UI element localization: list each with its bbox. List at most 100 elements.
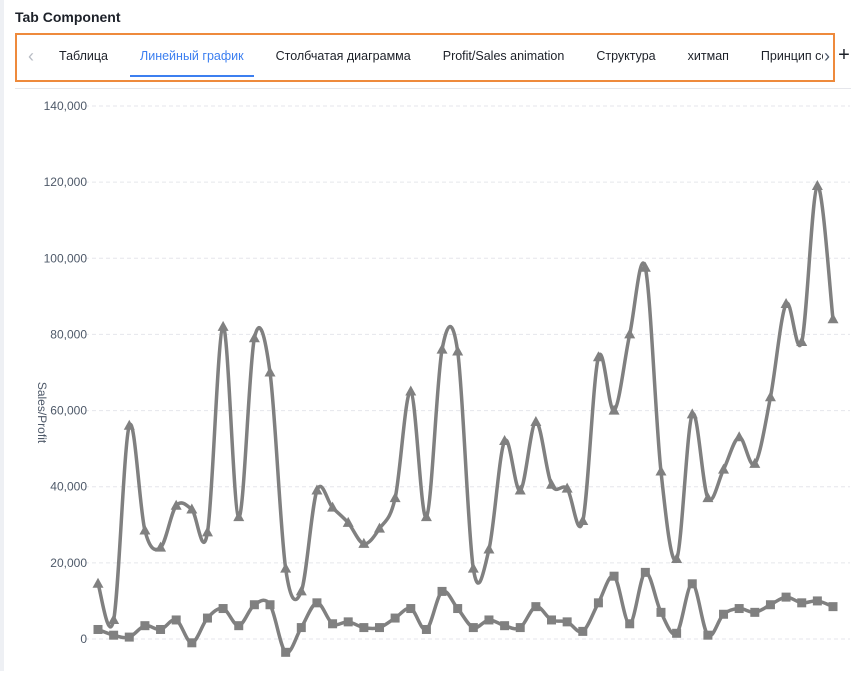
component-title: Tab Component	[15, 9, 121, 25]
data-point-square	[515, 623, 525, 633]
data-point-square	[703, 630, 713, 640]
tabs-track: Таблица Линейный график Столбчатая диагр…	[43, 35, 823, 77]
data-point-triangle	[123, 419, 135, 430]
tab-profit-sales-animation[interactable]: Profit/Sales animation	[427, 35, 581, 77]
data-point-square	[296, 623, 306, 633]
data-point-triangle	[546, 478, 558, 489]
data-point-square	[453, 604, 463, 614]
data-point-square	[797, 598, 807, 608]
data-point-triangle	[201, 526, 213, 537]
chevron-left-icon[interactable]: ‹	[21, 45, 41, 67]
y-tick-label: 20,000	[50, 556, 87, 570]
data-point-square	[672, 628, 682, 638]
tab-heatmap[interactable]: хитмап	[672, 35, 745, 77]
data-point-square	[406, 604, 416, 614]
data-point-square	[93, 624, 103, 634]
y-tick-label: 40,000	[50, 480, 87, 494]
tabs-viewport: Таблица Линейный график Столбчатая диагр…	[43, 35, 823, 77]
data-point-triangle	[280, 562, 292, 573]
data-point-square	[468, 623, 478, 633]
data-point-triangle	[733, 431, 745, 442]
tab-table[interactable]: Таблица	[43, 35, 124, 77]
data-point-triangle	[530, 415, 542, 426]
data-point-square	[202, 613, 212, 623]
data-point-triangle	[452, 345, 464, 356]
data-point-triangle	[624, 328, 636, 339]
data-point-square	[234, 621, 244, 631]
data-point-triangle	[108, 613, 120, 624]
tab-bar-chart[interactable]: Столбчатая диаграмма	[260, 35, 427, 77]
data-point-triangle	[92, 577, 104, 588]
data-point-square	[828, 602, 838, 612]
data-point-triangle	[467, 562, 479, 573]
data-point-square	[593, 598, 603, 608]
data-point-square	[719, 609, 729, 619]
data-point-square	[343, 617, 353, 627]
data-point-triangle	[655, 465, 667, 476]
data-point-square	[656, 607, 666, 617]
data-point-triangle	[389, 492, 401, 503]
data-point-square	[140, 621, 150, 631]
data-point-square	[156, 624, 166, 634]
data-point-triangle	[780, 297, 792, 308]
data-point-square	[687, 579, 697, 589]
data-point-square	[171, 615, 181, 625]
line-chart-panel: 0 20,000 40,000 60,000 80,000 100,000 120,000 1…	[0, 92, 866, 671]
data-point-square	[312, 598, 322, 608]
data-point-square	[750, 607, 760, 617]
data-point-square	[265, 600, 275, 610]
data-point-triangle	[295, 585, 307, 596]
y-tick-label: 120,000	[44, 175, 88, 189]
data-point-square	[218, 604, 228, 614]
data-point-triangle	[686, 408, 698, 419]
data-point-square	[734, 604, 744, 614]
data-point-square	[437, 586, 447, 596]
data-point-square	[421, 624, 431, 634]
data-point-square	[531, 602, 541, 612]
plus-icon[interactable]: +	[833, 44, 855, 66]
data-point-triangle	[499, 435, 511, 446]
data-point-square	[390, 613, 400, 623]
data-point-triangle	[233, 511, 245, 522]
y-tick-label: 140,000	[44, 99, 88, 113]
data-point-triangle	[436, 343, 448, 354]
data-point-triangle	[811, 179, 823, 190]
data-point-square	[500, 621, 510, 631]
data-point-square	[187, 638, 197, 648]
data-point-triangle	[139, 524, 151, 535]
data-point-square	[328, 619, 338, 629]
y-tick-label: 100,000	[44, 251, 88, 265]
y-axis-label: Sales/Profit	[35, 382, 49, 444]
tab-divider	[15, 88, 851, 89]
y-tick-label: 60,000	[50, 404, 87, 418]
series-line-1	[96, 184, 835, 629]
data-point-square	[781, 592, 791, 602]
data-point-triangle	[405, 385, 417, 396]
data-point-triangle	[264, 366, 276, 377]
chevron-right-icon[interactable]: ›	[821, 45, 833, 67]
data-point-square	[124, 632, 134, 642]
data-point-square	[359, 623, 369, 633]
data-point-square	[609, 571, 619, 581]
data-point-triangle	[827, 313, 839, 324]
data-point-square	[109, 630, 119, 640]
data-point-triangle	[483, 543, 495, 554]
data-point-square	[765, 600, 775, 610]
data-point-square	[625, 619, 635, 629]
tab-connection-principle[interactable]: Принцип соединения	[745, 35, 823, 77]
data-point-triangle	[764, 391, 776, 402]
line-chart: 0 20,000 40,000 60,000 80,000 100,000 120,000 1…	[35, 99, 850, 657]
data-point-square	[578, 626, 588, 636]
data-point-square	[547, 615, 557, 625]
y-tick-label: 0	[80, 632, 87, 646]
tab-structure[interactable]: Структура	[580, 35, 671, 77]
tab-line-chart[interactable]: Линейный график	[124, 35, 260, 77]
data-point-square	[640, 567, 650, 577]
data-point-square	[249, 600, 259, 610]
data-point-square	[484, 615, 494, 625]
y-tick-label: 80,000	[50, 327, 87, 341]
data-point-triangle	[248, 332, 260, 343]
data-point-square	[562, 617, 572, 627]
data-point-square	[281, 647, 291, 657]
tab-bar: ‹ Таблица Линейный график Столбчатая диа…	[17, 35, 833, 77]
